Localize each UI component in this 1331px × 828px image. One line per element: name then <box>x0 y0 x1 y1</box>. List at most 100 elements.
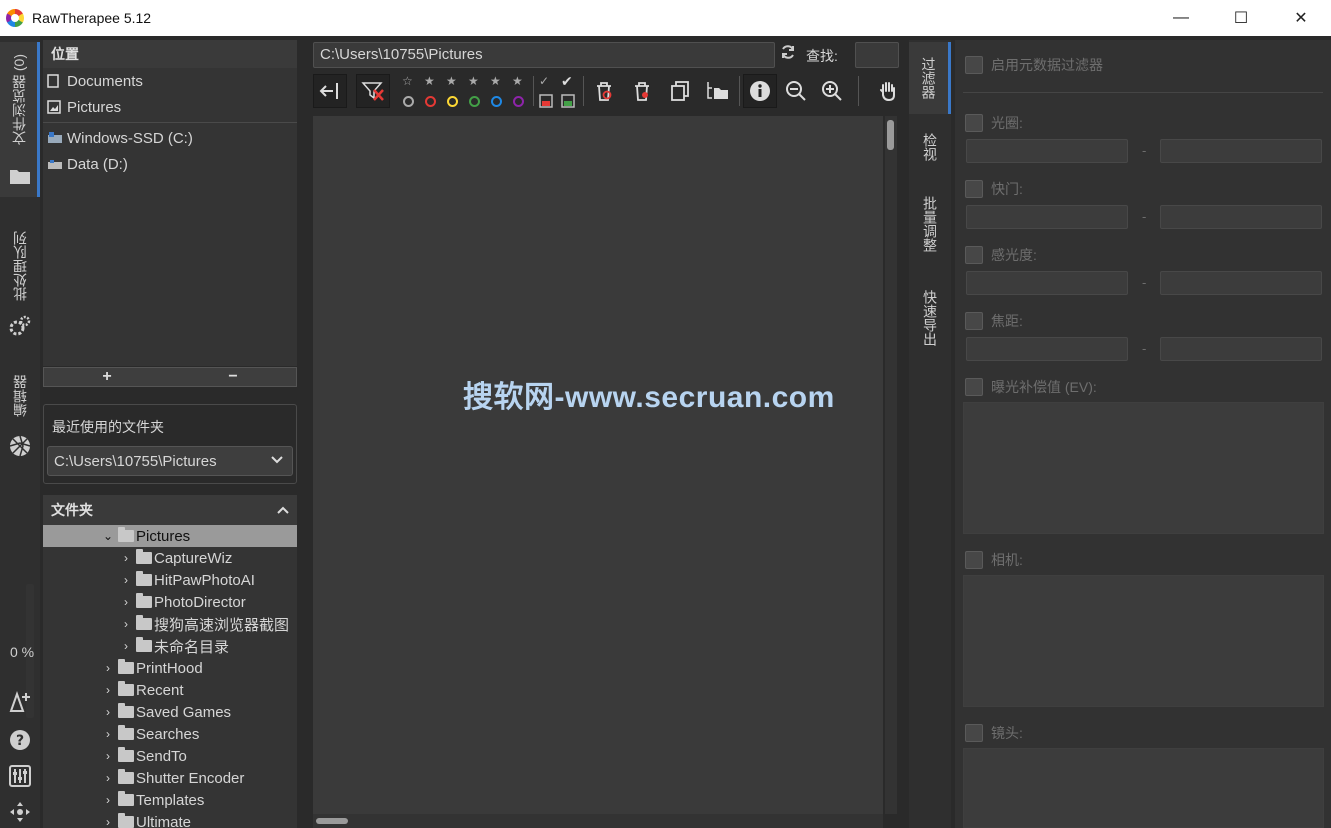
edited-check-icon[interactable]: ✔ <box>561 73 573 90</box>
saved-icon[interactable] <box>561 94 575 112</box>
remove-place-button[interactable]: − <box>170 368 296 386</box>
toggle-panel-button[interactable] <box>313 74 347 108</box>
aperture-max-input[interactable] <box>1160 139 1322 163</box>
add-to-queue-icon[interactable] <box>6 688 34 716</box>
tree-item[interactable]: › 搜狗高速浏览器截图 <box>43 613 297 635</box>
search-input[interactable] <box>855 42 899 68</box>
filter-iso[interactable]: 感光度: <box>965 245 1037 265</box>
show-not-trash-button[interactable] <box>625 74 659 108</box>
aperture-min-input[interactable] <box>966 139 1128 163</box>
tab-inspect[interactable]: 检视 <box>909 120 951 174</box>
tree-item[interactable]: › SendTo <box>43 745 297 767</box>
filter-shutter-checkbox[interactable] <box>965 180 983 198</box>
collapse-arrow-icon[interactable]: › <box>119 617 133 631</box>
tree-item[interactable]: › CaptureWiz <box>43 547 297 569</box>
tree-item[interactable]: › PrintHood <box>43 657 297 679</box>
star-outline-icon[interactable]: ☆ <box>402 74 413 88</box>
filter-aperture-checkbox[interactable] <box>965 114 983 132</box>
drive-c[interactable]: Windows-SSD (C:) <box>43 125 297 151</box>
show-exif-button[interactable] <box>743 74 777 108</box>
tab-editor[interactable]: 编辑器 <box>0 361 40 431</box>
move-icon[interactable] <box>6 798 34 826</box>
filter-camera-checkbox[interactable] <box>965 551 983 569</box>
add-place-button[interactable]: + <box>44 368 170 386</box>
tree-item[interactable]: › HitPawPhotoAI <box>43 569 297 591</box>
color-label-purple-icon[interactable] <box>513 96 524 107</box>
ev-list[interactable] <box>963 402 1324 534</box>
expand-arrow-icon[interactable]: ⌄ <box>101 529 115 543</box>
clear-filter-button[interactable] <box>356 74 390 108</box>
tree-item[interactable]: › Shutter Encoder <box>43 767 297 789</box>
tree-item[interactable]: › PhotoDirector <box>43 591 297 613</box>
tree-item[interactable]: › Saved Games <box>43 701 297 723</box>
star-icon[interactable]: ★ <box>512 74 523 88</box>
enable-metadata-filter[interactable]: 启用元数据过滤器 <box>965 55 1103 75</box>
filter-focal-length-checkbox[interactable] <box>965 312 983 330</box>
zoom-in-button[interactable] <box>815 74 849 108</box>
focal-min-input[interactable] <box>966 337 1128 361</box>
star-icon[interactable]: ★ <box>424 74 435 88</box>
tree-item[interactable]: › Recent <box>43 679 297 701</box>
vertical-scrollbar[interactable] <box>885 116 897 814</box>
collapse-arrow-icon[interactable]: › <box>101 793 115 807</box>
tab-queue[interactable]: 批处理队列 <box>0 216 40 316</box>
iso-max-input[interactable] <box>1160 271 1322 295</box>
minimize-button[interactable]: — <box>1151 0 1211 36</box>
filter-lens[interactable]: 镜头: <box>965 723 1023 743</box>
collapse-arrow-icon[interactable]: › <box>119 595 133 609</box>
tree-item[interactable]: › 未命名目录 <box>43 635 297 657</box>
path-input[interactable]: C:\Users\10755\Pictures <box>313 42 775 68</box>
close-button[interactable]: ✕ <box>1271 0 1331 36</box>
filter-lens-checkbox[interactable] <box>965 724 983 742</box>
collapse-arrow-icon[interactable]: › <box>101 771 115 785</box>
edited-check-outline-icon[interactable]: ✓ <box>539 74 549 88</box>
panel-splitter[interactable] <box>298 40 308 828</box>
tree-item-pictures[interactable]: ⌄ Pictures <box>43 525 297 547</box>
filter-ev[interactable]: 曝光补偿值 (EV): <box>965 377 1097 397</box>
filter-aperture[interactable]: 光圈: <box>965 113 1023 133</box>
help-icon[interactable]: ? <box>6 726 34 754</box>
color-label-yellow-icon[interactable] <box>447 96 458 107</box>
collapse-arrow-icon[interactable]: › <box>119 639 133 653</box>
color-label-none-icon[interactable] <box>403 96 414 107</box>
refresh-icon[interactable] <box>780 44 796 65</box>
chevron-up-icon[interactable] <box>277 502 289 518</box>
tab-batch-edit[interactable]: 批量调整 <box>909 184 951 264</box>
tree-item[interactable]: › Ultimate <box>43 811 297 828</box>
not-saved-icon[interactable] <box>539 94 553 112</box>
filter-ev-checkbox[interactable] <box>965 378 983 396</box>
color-label-green-icon[interactable] <box>469 96 480 107</box>
iso-min-input[interactable] <box>966 271 1128 295</box>
zoom-out-button[interactable] <box>779 74 813 108</box>
filter-focal-length[interactable]: 焦距: <box>965 311 1023 331</box>
preferences-icon[interactable] <box>6 762 34 790</box>
enable-metadata-filter-checkbox[interactable] <box>965 56 983 74</box>
collapse-arrow-icon[interactable]: › <box>101 749 115 763</box>
collapse-arrow-icon[interactable]: › <box>101 727 115 741</box>
collapse-arrow-icon[interactable]: › <box>101 683 115 697</box>
tab-filter[interactable]: 过滤器 <box>909 42 951 114</box>
aperture-icon[interactable] <box>6 432 34 460</box>
collapse-arrow-icon[interactable]: › <box>101 815 115 828</box>
recent-folders-select[interactable]: C:\Users\10755\Pictures <box>47 446 293 476</box>
horizontal-scroll-thumb[interactable] <box>316 818 348 824</box>
star-icon[interactable]: ★ <box>446 74 457 88</box>
show-trash-button[interactable] <box>587 74 621 108</box>
star-icon[interactable]: ★ <box>490 74 501 88</box>
hand-tool-button[interactable] <box>871 74 905 108</box>
show-recursive-button[interactable] <box>701 74 735 108</box>
filter-camera[interactable]: 相机: <box>965 550 1023 570</box>
place-documents[interactable]: Documents <box>43 68 297 94</box>
horizontal-scrollbar[interactable] <box>313 814 883 828</box>
filter-iso-checkbox[interactable] <box>965 246 983 264</box>
focal-max-input[interactable] <box>1160 337 1322 361</box>
folder-icon[interactable] <box>6 162 34 190</box>
filter-shutter[interactable]: 快门: <box>965 179 1023 199</box>
collapse-arrow-icon[interactable]: › <box>101 661 115 675</box>
folder-tree-header[interactable]: 文件夹 <box>43 495 297 525</box>
shutter-min-input[interactable] <box>966 205 1128 229</box>
camera-list[interactable] <box>963 575 1324 707</box>
drive-d[interactable]: Data (D:) <box>43 151 297 177</box>
color-label-red-icon[interactable] <box>425 96 436 107</box>
tree-item[interactable]: › Searches <box>43 723 297 745</box>
